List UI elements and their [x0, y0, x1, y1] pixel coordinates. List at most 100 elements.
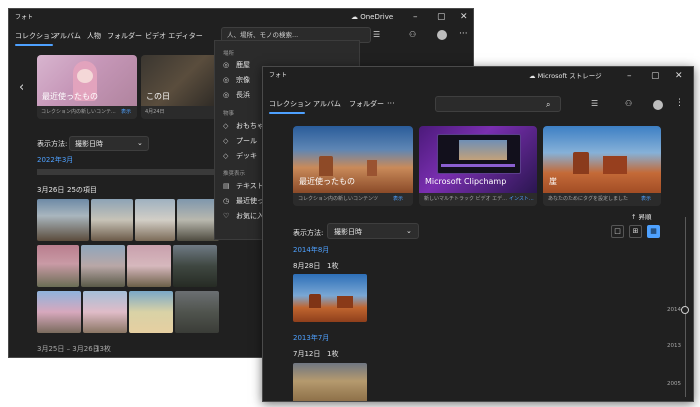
storage-label: Microsoft ストレージ: [537, 72, 602, 80]
search-input[interactable]: 人、場所、モノの検索...: [227, 32, 298, 39]
photo-thumbnail[interactable]: [293, 363, 367, 401]
recent-card[interactable]: 最近使ったもの コレクション内の新しいコンテ... 表示: [37, 55, 137, 119]
people-settings-icon[interactable]: ⚇: [625, 100, 632, 108]
more-icon[interactable]: ···: [459, 30, 468, 39]
tab-album[interactable]: アルバム: [313, 101, 341, 108]
day-header: 8月28日: [293, 262, 321, 270]
cliff-card-view-link[interactable]: 表示: [641, 197, 651, 202]
chevron-down-icon: ⌄: [137, 139, 143, 147]
photo-thumbnail[interactable]: [135, 199, 175, 241]
bottom-count: 13枚: [95, 345, 111, 353]
bottom-range: 3月25日 – 3月26日: [37, 345, 100, 353]
menu-item-suggested[interactable]: ▤ テキスト: [223, 181, 264, 191]
menu-item-thing[interactable]: ◇ デッキ: [223, 151, 257, 161]
location-pin-icon: ◎: [223, 61, 230, 69]
recent-card-subtitle: コレクション内の新しいコンテ...: [41, 109, 116, 115]
sort-order-toggle[interactable]: ↑ 昇順: [631, 214, 652, 221]
sort-value: 撮影日時: [75, 140, 103, 148]
photo-thumbnail[interactable]: [177, 199, 219, 241]
recent-card[interactable]: 最近使ったもの コレクション内の新しいコンテンツ 表示: [293, 126, 413, 206]
minimize-button[interactable]: –: [627, 72, 632, 81]
location-pin-icon: ◎: [223, 91, 230, 99]
photo-thumbnail[interactable]: [173, 245, 217, 287]
storage-status[interactable]: ☁ Microsoft ストレージ: [529, 73, 602, 80]
menu-item-thing[interactable]: ◇ おもちゃ: [223, 121, 264, 131]
date-group: 3月26日: [37, 186, 65, 194]
month-header: 2013年7月: [293, 334, 330, 342]
menu-section-header: 場所: [223, 51, 235, 57]
heart-icon: ♡: [223, 212, 230, 220]
avatar[interactable]: [653, 100, 663, 110]
chevron-left-icon[interactable]: ‹: [19, 81, 24, 94]
filter-icon[interactable]: ☰: [373, 31, 380, 39]
recent-card-view-link[interactable]: 表示: [393, 197, 403, 202]
on-this-day-date: 4月24日: [145, 109, 165, 115]
view-small-button[interactable]: ▦: [647, 225, 660, 238]
window-title: フォト: [269, 72, 288, 79]
photo-thumbnail[interactable]: [129, 291, 173, 333]
tab-folder[interactable]: フォルダー: [107, 33, 142, 40]
clipchamp-install-link[interactable]: インスト...: [509, 197, 534, 202]
day-header: 7月12日: [293, 350, 321, 358]
photo-thumbnail[interactable]: [175, 291, 219, 333]
minimize-button[interactable]: –: [413, 13, 418, 22]
day-count: 1枚: [327, 350, 339, 358]
people-settings-icon[interactable]: ⚇: [409, 31, 416, 39]
onedrive-status[interactable]: ☁ OneDrive: [351, 14, 393, 21]
menu-item-thing[interactable]: ◇ プール: [223, 136, 257, 146]
maximize-button[interactable]: ▢: [651, 72, 660, 81]
clipchamp-card-subtitle: 新しいマルチトラック ビデオ エデ...: [424, 196, 507, 202]
tag-icon: ◇: [223, 137, 229, 145]
tab-collection[interactable]: コレクション: [15, 33, 57, 40]
tab-people[interactable]: 人物: [87, 33, 101, 40]
close-button[interactable]: ✕: [675, 72, 683, 81]
recent-card-footer: コレクション内の新しいコンテンツ 表示: [293, 193, 413, 206]
tab-album[interactable]: アルバム: [53, 33, 81, 40]
month-header: 2014年8月: [293, 246, 330, 254]
cliff-card-title: 崖: [549, 177, 557, 186]
maximize-button[interactable]: ▢: [437, 13, 446, 22]
sort-dropdown[interactable]: 撮影日時 ⌄: [327, 223, 419, 239]
on-this-day-footer: 4月24日: [141, 106, 221, 119]
more-icon[interactable]: ⋮: [675, 99, 684, 108]
recent-card-view-link[interactable]: 表示: [121, 110, 131, 115]
timeline-year: 2005: [667, 381, 681, 387]
tab-video-editor[interactable]: ビデオ エディター: [145, 33, 203, 40]
search-input[interactable]: ⌕: [435, 96, 561, 112]
tag-icon: ◇: [223, 152, 229, 160]
photo-thumbnail[interactable]: [127, 245, 171, 287]
clipchamp-card[interactable]: Microsoft Clipchamp 新しいマルチトラック ビデオ エデ...…: [419, 126, 537, 206]
photo-thumbnail[interactable]: [293, 274, 367, 322]
on-this-day-card[interactable]: この日 4月24日: [141, 55, 221, 119]
view-large-button[interactable]: □: [611, 225, 624, 238]
recent-card-footer: コレクション内の新しいコンテ... 表示: [37, 106, 137, 119]
photo-thumbnail[interactable]: [91, 199, 133, 241]
timeline-thumb[interactable]: [681, 306, 689, 314]
grid-4-icon: ⊞: [632, 227, 639, 235]
photo-thumbnail[interactable]: [37, 245, 79, 287]
cliff-card-image: [543, 126, 661, 193]
search-icon[interactable]: ⌕: [546, 101, 550, 109]
view-medium-button[interactable]: ⊞: [629, 225, 642, 238]
more-tabs-button[interactable]: ···: [387, 100, 395, 108]
photo-thumbnail[interactable]: [37, 199, 89, 241]
photo-thumbnail[interactable]: [81, 245, 125, 287]
filter-icon[interactable]: ☰: [591, 100, 598, 108]
cliff-card[interactable]: 崖 あなたのためにタグを設定しました 表示: [543, 126, 661, 206]
close-button[interactable]: ✕: [460, 13, 468, 22]
photo-thumbnail[interactable]: [37, 291, 81, 333]
tab-collection[interactable]: コレクション: [269, 101, 311, 108]
onedrive-label: OneDrive: [360, 13, 394, 21]
menu-item-place[interactable]: ◎ 鹿屋: [223, 60, 250, 70]
sort-label: 表示方法:: [37, 140, 68, 148]
menu-item-place[interactable]: ◎ 長浜: [223, 90, 250, 100]
sort-value: 撮影日時: [334, 228, 362, 236]
day-count: 1枚: [327, 262, 339, 270]
avatar[interactable]: [437, 30, 447, 40]
tab-folder[interactable]: フォルダー: [349, 101, 384, 108]
menu-item-place[interactable]: ◎ 宗像: [223, 75, 250, 85]
photo-thumbnail[interactable]: [83, 291, 127, 333]
cloud-icon: ☁: [529, 72, 536, 80]
sort-dropdown[interactable]: 撮影日時 ⌄: [69, 136, 149, 151]
month-header: 2022年3月: [37, 156, 74, 164]
